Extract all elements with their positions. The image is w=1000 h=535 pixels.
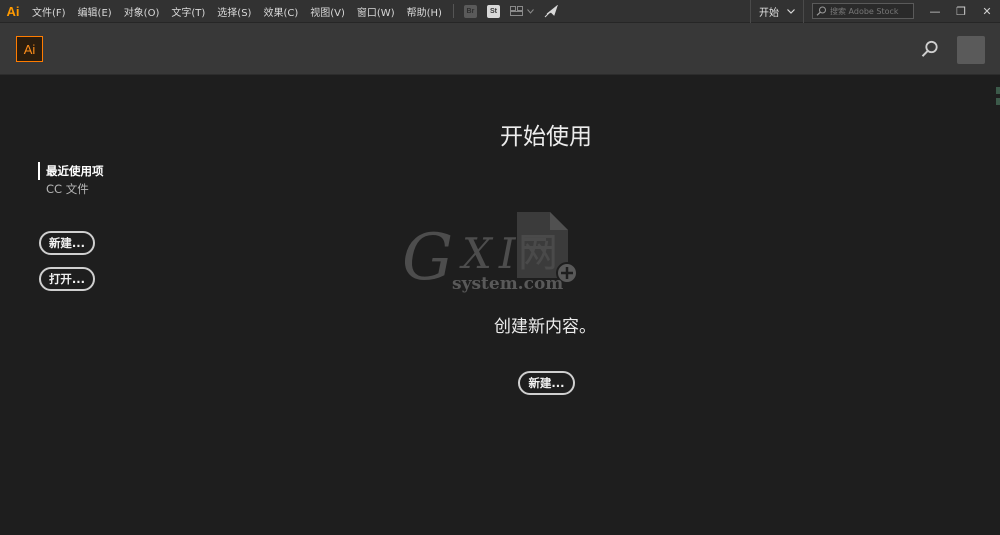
menubar-right: 开始 — ❐ ✕ bbox=[750, 0, 1000, 23]
toolbar-separator bbox=[452, 4, 454, 18]
menu-type[interactable]: 文字(T) bbox=[165, 0, 211, 23]
menu-bar: Ai 文件(F) 编辑(E) 对象(O) 文字(T) 选择(S) 效果(C) 视… bbox=[0, 0, 1000, 23]
search-icon bbox=[816, 6, 826, 16]
sidebar-new-button[interactable]: 新建... bbox=[39, 231, 95, 255]
sidebar: 最近使用项 CC 文件 bbox=[38, 162, 104, 198]
gpu-performance-button[interactable] bbox=[539, 0, 563, 23]
header-search-button[interactable] bbox=[920, 39, 940, 59]
ai-logo: Ai bbox=[16, 36, 43, 62]
menu-window[interactable]: 窗口(W) bbox=[351, 0, 401, 23]
menu-object[interactable]: 对象(O) bbox=[118, 0, 166, 23]
start-screen: 最近使用项 CC 文件 新建... 打开... 开始使用 G XI 网 syst… bbox=[0, 75, 1000, 535]
watermark-system: system.com bbox=[452, 274, 564, 294]
menu-edit[interactable]: 编辑(E) bbox=[72, 0, 118, 23]
menu-help[interactable]: 帮助(H) bbox=[401, 0, 448, 23]
layout-icon bbox=[509, 6, 523, 16]
watermark-wang: 网 bbox=[518, 230, 558, 276]
menu-select[interactable]: 选择(S) bbox=[211, 0, 257, 23]
app-header: Ai bbox=[0, 23, 1000, 75]
minimize-button[interactable]: — bbox=[922, 0, 948, 23]
sidebar-item-cc-files[interactable]: CC 文件 bbox=[38, 180, 104, 198]
app-logo-small: Ai bbox=[6, 3, 20, 19]
sidebar-item-recent[interactable]: 最近使用项 bbox=[38, 162, 104, 180]
stock-search-box[interactable] bbox=[812, 3, 914, 19]
sidebar-open-button[interactable]: 打开... bbox=[39, 267, 95, 291]
menu-view[interactable]: 视图(V) bbox=[304, 0, 351, 23]
workspace-label: 开始 bbox=[759, 7, 779, 19]
stock-search-input[interactable] bbox=[830, 6, 912, 16]
stock-button[interactable]: St bbox=[482, 0, 505, 23]
bridge-button[interactable]: Br bbox=[459, 0, 482, 23]
gpu-rocket-icon bbox=[544, 4, 558, 17]
chevron-down-icon bbox=[787, 8, 795, 14]
watermark-g: G bbox=[402, 221, 454, 295]
empty-state-message: 创建新内容。 bbox=[494, 317, 596, 337]
page-title: 开始使用 bbox=[500, 124, 592, 150]
avatar[interactable] bbox=[957, 36, 985, 64]
arrange-documents-button[interactable] bbox=[505, 6, 539, 16]
stock-icon: St bbox=[486, 4, 500, 18]
search-icon bbox=[921, 40, 938, 57]
bridge-icon: Br bbox=[463, 4, 477, 18]
panel-edge-marks bbox=[996, 87, 1000, 119]
restore-button[interactable]: ❐ bbox=[948, 0, 974, 23]
chevron-down-icon bbox=[527, 8, 534, 14]
close-button[interactable]: ✕ bbox=[974, 0, 1000, 23]
new-document-button[interactable]: 新建... bbox=[518, 371, 575, 395]
workspace-switcher[interactable]: 开始 bbox=[750, 0, 804, 23]
menu-file[interactable]: 文件(F) bbox=[26, 0, 72, 23]
menu-effect[interactable]: 效果(C) bbox=[257, 0, 304, 23]
